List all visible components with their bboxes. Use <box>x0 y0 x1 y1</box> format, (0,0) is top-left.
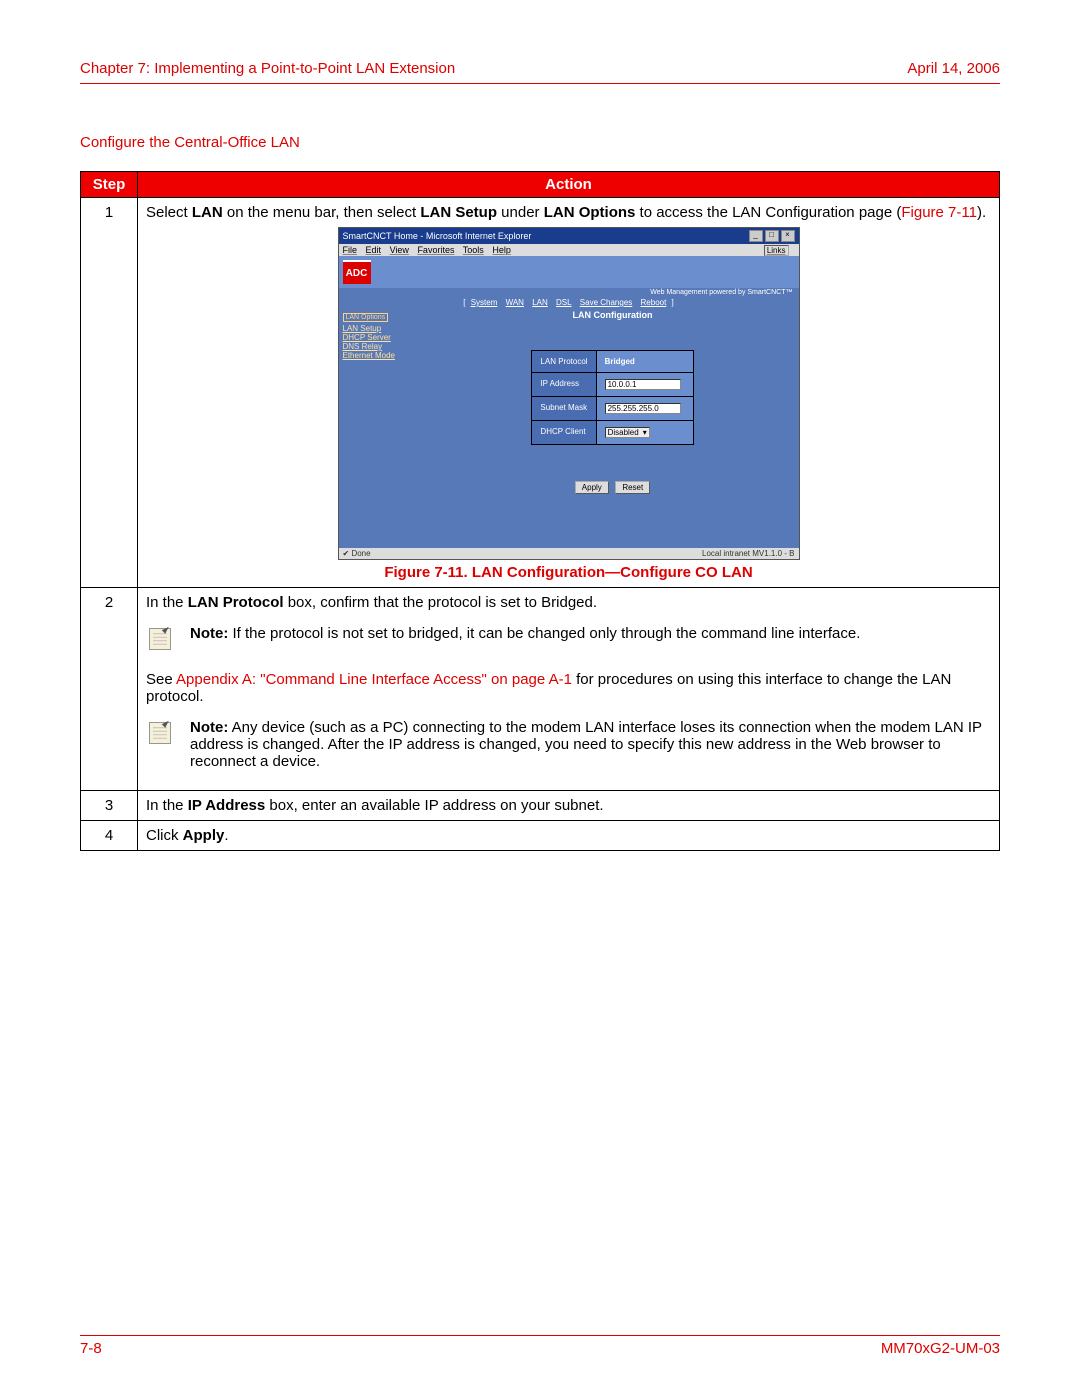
minimize-button[interactable]: _ <box>749 230 763 242</box>
nav-tabs: [ System WAN LAN DSL Save Changes Reboot… <box>339 297 799 308</box>
dhcp-client-select[interactable]: Disabled▾ <box>605 427 650 438</box>
sidebar-item-ethernetmode[interactable]: Ethernet Mode <box>343 351 423 360</box>
window-titlebar: SmartCNCT Home - Microsoft Internet Expl… <box>339 228 799 244</box>
figure-link[interactable]: Figure 7-11 <box>901 204 977 221</box>
see-paragraph: See Appendix A: "Command Line Interface … <box>146 671 991 705</box>
cfg-label-subnet: Subnet Mask <box>532 397 596 421</box>
status-right: Local intranet MV1.1.0 - B <box>702 549 795 558</box>
tab-wan[interactable]: WAN <box>506 298 524 307</box>
screenshot-window: SmartCNCT Home - Microsoft Internet Expl… <box>338 227 800 560</box>
close-button[interactable]: × <box>781 230 795 242</box>
page-number: 7-8 <box>80 1340 102 1357</box>
figure-caption: Figure 7-11. LAN Configuration—Configure… <box>146 564 991 581</box>
window-controls: _ □ × <box>749 230 795 242</box>
panel-title: LAN Configuration <box>433 310 793 320</box>
menu-file[interactable]: File <box>343 245 358 255</box>
menu-view[interactable]: View <box>390 245 409 255</box>
step-action: Select LAN on the menu bar, then select … <box>138 198 1000 588</box>
menu-edit[interactable]: Edit <box>366 245 382 255</box>
tab-system[interactable]: System <box>471 298 498 307</box>
links-button[interactable]: Links <box>764 245 789 256</box>
menu-favorites[interactable]: Favorites <box>417 245 454 255</box>
button-row: Apply Reset <box>433 481 793 494</box>
tab-reboot[interactable]: Reboot <box>641 298 667 307</box>
table-row: 3 In the IP Address box, enter an availa… <box>81 791 1000 821</box>
table-row: 1 Select LAN on the menu bar, then selec… <box>81 198 1000 588</box>
note-block: Note: Any device (such as a PC) connecti… <box>146 719 991 770</box>
sidebar-item-dnsrelay[interactable]: DNS Relay <box>343 342 423 351</box>
menu-help[interactable]: Help <box>492 245 511 255</box>
note-text: Note: If the protocol is not set to brid… <box>190 625 860 642</box>
step-action: Click Apply. <box>138 821 1000 851</box>
appendix-link[interactable]: Appendix A: "Command Line Interface Acce… <box>176 671 572 688</box>
step-action: In the LAN Protocol box, confirm that th… <box>138 588 1000 791</box>
app-body: LAN Options LAN Setup DHCP Server DNS Re… <box>339 308 799 548</box>
chevron-down-icon: ▾ <box>643 428 647 437</box>
page-date: April 14, 2006 <box>907 60 1000 77</box>
ip-address-input[interactable]: 10.0.0.1 <box>605 379 681 390</box>
steps-table: Step Action 1 Select LAN on the menu bar… <box>80 171 1000 851</box>
step-num: 3 <box>81 791 138 821</box>
statusbar: ✔ Done Local intranet MV1.1.0 - B <box>339 548 799 559</box>
status-left: ✔ Done <box>343 549 371 558</box>
main-panel: LAN Configuration LAN Protocol Bridged I… <box>427 308 799 548</box>
cfg-label-ip: IP Address <box>532 373 596 397</box>
doc-id: MM70xG2-UM-03 <box>881 1340 1000 1357</box>
cfg-label-lanprotocol: LAN Protocol <box>532 351 596 373</box>
section-title: Configure the Central-Office LAN <box>80 134 1000 151</box>
chapter-title: Chapter 7: Implementing a Point-to-Point… <box>80 60 455 77</box>
note-text: Note: Any device (such as a PC) connecti… <box>190 719 991 770</box>
sidebar: LAN Options LAN Setup DHCP Server DNS Re… <box>339 308 427 548</box>
subnet-mask-input[interactable]: 255.255.255.0 <box>605 403 681 414</box>
page-footer: 7-8 MM70xG2-UM-03 <box>80 1335 1000 1357</box>
page: Chapter 7: Implementing a Point-to-Point… <box>0 0 1080 1397</box>
step-action: In the IP Address box, enter an availabl… <box>138 791 1000 821</box>
maximize-button[interactable]: □ <box>765 230 779 242</box>
sidebar-item-lansetup[interactable]: LAN Setup <box>343 324 423 333</box>
adc-logo: ADC <box>343 260 371 284</box>
th-action: Action <box>138 172 1000 198</box>
tab-savechanges[interactable]: Save Changes <box>580 298 632 307</box>
sidebar-heading: LAN Options <box>343 313 389 322</box>
note-icon <box>146 625 174 657</box>
brand-tagline: Web Management powered by SmartCNCT™ <box>339 288 799 297</box>
step-num: 4 <box>81 821 138 851</box>
page-header: Chapter 7: Implementing a Point-to-Point… <box>80 60 1000 84</box>
menu-tools[interactable]: Tools <box>463 245 484 255</box>
note-icon <box>146 719 174 751</box>
apply-button[interactable]: Apply <box>575 481 609 494</box>
tab-dsl[interactable]: DSL <box>556 298 572 307</box>
config-table: LAN Protocol Bridged IP Address 10.0.0.1… <box>531 350 693 445</box>
browser-menubar: File Edit View Favorites Tools Help Link… <box>339 244 799 256</box>
step-num: 1 <box>81 198 138 588</box>
sidebar-item-dhcpserver[interactable]: DHCP Server <box>343 333 423 342</box>
tab-lan[interactable]: LAN <box>532 298 548 307</box>
cfg-label-dhcp: DHCP Client <box>532 421 596 445</box>
window-title: SmartCNCT Home - Microsoft Internet Expl… <box>343 231 532 241</box>
table-row: 2 In the LAN Protocol box, confirm that … <box>81 588 1000 791</box>
app-topbar: ADC Web Management powered by SmartCNCT™… <box>339 256 799 308</box>
note-block: Note: If the protocol is not set to brid… <box>146 625 991 657</box>
reset-button[interactable]: Reset <box>615 481 650 494</box>
cfg-value-lanprotocol: Bridged <box>605 357 635 366</box>
step-num: 2 <box>81 588 138 791</box>
table-row: 4 Click Apply. <box>81 821 1000 851</box>
th-step: Step <box>81 172 138 198</box>
table-header-row: Step Action <box>81 172 1000 198</box>
